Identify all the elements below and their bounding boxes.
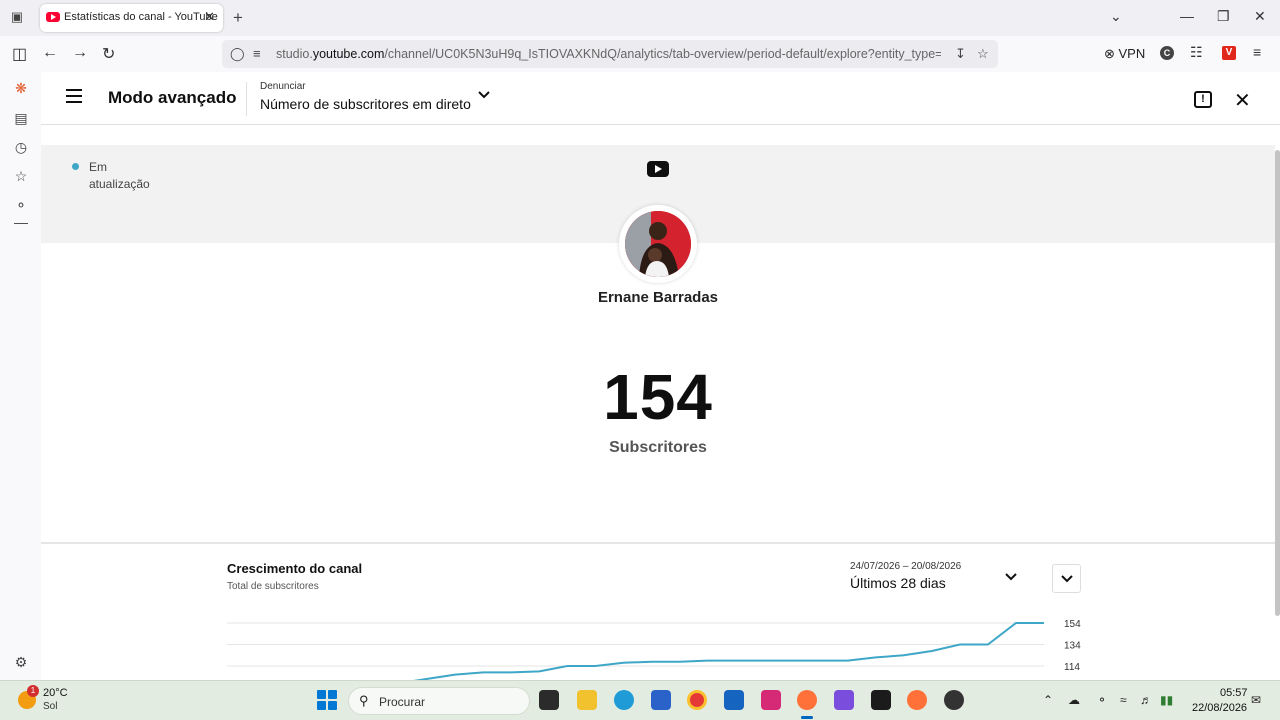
url-bar[interactable]: ◯ ≡ studio.youtube.com/channel/UC0K5N3uH… <box>222 40 998 68</box>
active-tab[interactable]: Estatísticas do canal - YouTube ✕ <box>40 4 223 32</box>
extension-c-icon[interactable]: C <box>1160 46 1174 60</box>
chart-y-tick-label: 114 <box>1064 662 1080 673</box>
weather-condition[interactable]: Sol <box>43 701 57 712</box>
firefox-icon[interactable] <box>797 690 817 710</box>
date-range: 24/07/2026 – 20/08/2026 <box>850 561 962 572</box>
shield-icon[interactable]: ◯ <box>230 46 245 62</box>
tab-title: Estatísticas do canal - YouTube <box>64 11 218 23</box>
start-button[interactable] <box>317 690 337 710</box>
period-chevron-down-icon[interactable] <box>1004 570 1018 584</box>
chart-y-tick-label: 134 <box>1064 641 1081 652</box>
subscriber-label: Subscritores <box>609 439 707 456</box>
download-icon[interactable]: ↧ <box>955 46 966 62</box>
channel-avatar <box>619 205 697 283</box>
volume-icon[interactable]: ♬ <box>1140 693 1152 707</box>
file-explorer-icon[interactable] <box>577 690 597 710</box>
passwords-key-icon[interactable]: ⚬— <box>12 197 30 230</box>
clock-time[interactable]: 05:57 <box>1220 687 1248 699</box>
hamburger-menu-icon[interactable] <box>66 89 82 103</box>
tab-close-icon[interactable]: ✕ <box>204 9 215 25</box>
period-selector[interactable]: Últimos 28 dias <box>850 575 946 591</box>
app-recorder-icon[interactable] <box>944 690 964 710</box>
expand-chart-button[interactable] <box>1052 564 1081 593</box>
minimize-icon[interactable]: — <box>1180 8 1194 24</box>
battery-icon[interactable]: ▮▮ <box>1160 693 1173 707</box>
capcut-icon[interactable] <box>871 690 891 710</box>
weather-temperature[interactable]: 20°C <box>43 687 68 699</box>
back-icon[interactable]: ← <box>42 44 58 62</box>
site-info-icon[interactable]: ≡ <box>253 46 261 61</box>
app-menu-icon[interactable]: ≡ <box>1253 44 1261 60</box>
extension-v-icon[interactable]: V <box>1222 46 1236 60</box>
page-title: Modo avançado <box>108 88 237 107</box>
navigation-bar: ◫ ← → ↻ ◯ ≡ studio.youtube.com/channel/U… <box>0 36 1280 72</box>
wifi-icon[interactable]: ≈ <box>1120 693 1127 707</box>
channel-name: Ernane Barradas <box>597 289 719 306</box>
live-status-text: Em atualização <box>89 160 150 191</box>
outlook-icon[interactable] <box>724 690 744 710</box>
report-chevron-down-icon[interactable] <box>477 88 491 102</box>
tab-list-icon[interactable]: ▣ <box>8 9 26 27</box>
vpn-button[interactable]: ⊗ VPN <box>1104 46 1145 62</box>
growth-subtitle: Total de subscritores <box>227 581 319 592</box>
taskbar: 1 20°C Sol ⚲ Procurar ⌃ ☁ ⚬ ≈ ♬ ▮▮ 05:57… <box>0 680 1280 720</box>
browser-sidebar: ❋ ▤ ◷ ☆ ⚬— ⚙ <box>0 72 41 680</box>
page-scrollbar[interactable] <box>1275 150 1280 616</box>
maximize-icon[interactable]: ❐ <box>1217 8 1230 25</box>
tab-overflow-icon[interactable]: ⌄ <box>1110 8 1122 25</box>
youtube-favicon-icon <box>46 12 60 22</box>
microphone-icon[interactable]: ⚬ <box>1097 693 1107 707</box>
live-status-dot <box>72 163 79 170</box>
history-icon[interactable]: ◷ <box>12 139 30 156</box>
search-icon: ⚲ <box>359 693 369 708</box>
reload-icon[interactable]: ↻ <box>102 44 115 64</box>
copilot-icon[interactable] <box>834 690 854 710</box>
instagram-icon[interactable] <box>761 690 781 710</box>
report-selector-value[interactable]: Número de subscritores em direto <box>260 96 471 112</box>
weather-badge: 1 <box>27 685 39 697</box>
close-icon[interactable]: ✕ <box>1234 88 1251 113</box>
channel-avatar-photo <box>625 211 691 277</box>
chrome-icon[interactable] <box>687 690 707 710</box>
task-view-icon[interactable] <box>539 690 559 710</box>
chart-y-tick-label: 154 <box>1064 619 1081 630</box>
window-close-icon[interactable]: ✕ <box>1254 8 1266 25</box>
extensions-puzzle-icon[interactable]: ☷ <box>1190 44 1203 61</box>
synced-tabs-icon[interactable]: ▤ <box>12 110 30 127</box>
taskbar-search-box[interactable]: ⚲ Procurar <box>348 687 530 715</box>
studio-page: Modo avançado Denunciar Número de subscr… <box>41 72 1280 680</box>
sidebar-settings-gear-icon[interactable]: ⚙ <box>12 654 30 671</box>
growth-chart: 154 134 114 <box>227 619 1081 680</box>
notifications-icon[interactable]: ✉ <box>1251 693 1261 707</box>
url-text[interactable]: studio.youtube.com/channel/UC0K5N3uH9q_I… <box>276 47 941 61</box>
ai-chatbot-icon[interactable]: ❋ <box>12 80 30 97</box>
bookmark-star-icon[interactable]: ☆ <box>977 46 989 62</box>
growth-title: Crescimento do canal <box>227 561 363 576</box>
feedback-icon[interactable]: ! <box>1194 91 1212 108</box>
search-placeholder: Procurar <box>379 695 426 709</box>
edge-icon[interactable] <box>614 690 634 710</box>
clock-date[interactable]: 22/08/2026 <box>1192 702 1247 714</box>
browser-tab-bar: ▣ Estatísticas do canal - YouTube ✕ + ⌄ … <box>0 0 1280 36</box>
bookmarks-star-icon[interactable]: ☆ <box>12 168 30 185</box>
microsoft-store-icon[interactable] <box>651 690 671 710</box>
forward-icon[interactable]: → <box>72 44 88 62</box>
section-divider <box>41 542 1275 544</box>
new-tab-icon[interactable]: + <box>233 8 243 28</box>
studio-header: Modo avançado Denunciar Número de subscr… <box>41 72 1280 125</box>
youtube-logo-icon <box>647 161 669 177</box>
onedrive-cloud-icon[interactable]: ☁ <box>1068 693 1080 707</box>
tray-overflow-chevron-icon[interactable]: ⌃ <box>1043 693 1053 707</box>
report-label: Denunciar <box>260 81 306 92</box>
header-divider <box>246 82 247 116</box>
sidebar-toggle-icon[interactable]: ◫ <box>12 44 27 64</box>
expand-chevron-down-icon <box>1061 575 1073 583</box>
firefox-secondary-icon[interactable] <box>907 690 927 710</box>
subscriber-count: 154 <box>603 361 713 433</box>
firefox-active-indicator <box>801 716 813 719</box>
chart-series-line <box>413 622 1044 680</box>
